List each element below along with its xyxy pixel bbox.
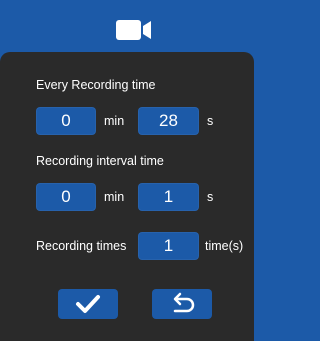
every-recording-seconds-field[interactable]: 28 [138, 107, 199, 135]
recording-times-field[interactable]: 1 [138, 232, 199, 260]
every-recording-minutes-field[interactable]: 0 [36, 107, 96, 135]
back-button[interactable] [152, 289, 212, 319]
recording-times-unit: time(s) [205, 239, 244, 253]
interval-seconds-field[interactable]: 1 [138, 183, 199, 211]
every-recording-seconds-unit: s [207, 114, 214, 128]
video-camera-icon [116, 20, 151, 40]
confirm-button[interactable] [58, 289, 118, 319]
checkmark-icon [76, 295, 100, 313]
interval-seconds-unit: s [207, 190, 214, 204]
return-icon [173, 292, 195, 313]
interval-minutes-unit: min [104, 190, 125, 204]
recording-interval-time-label: Recording interval time [36, 154, 164, 168]
interval-minutes-field[interactable]: 0 [36, 183, 96, 211]
header-bar [0, 0, 254, 60]
every-recording-minutes-unit: min [104, 114, 125, 128]
every-recording-time-label: Every Recording time [36, 78, 156, 92]
recording-times-label: Recording times [36, 239, 127, 253]
